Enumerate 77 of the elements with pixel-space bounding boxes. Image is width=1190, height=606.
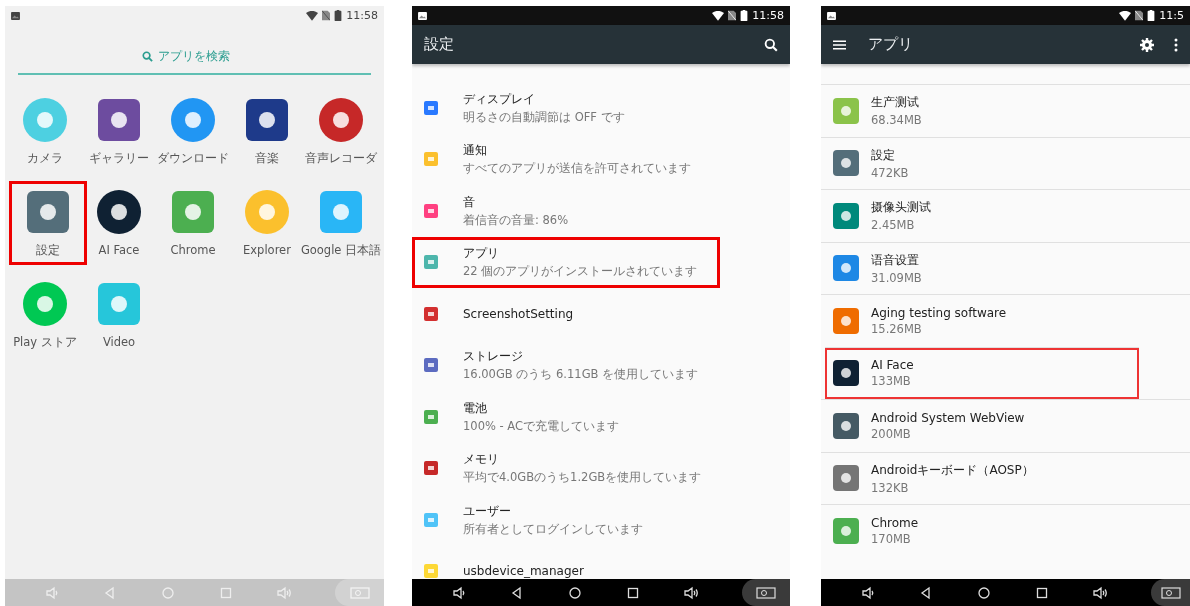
app-icon [96,189,142,235]
clock-time: 11:58 [752,9,784,22]
battery-icon [1147,10,1156,21]
camera-icon [756,586,776,599]
app-item[interactable]: 生产测试 68.34MB [821,84,1190,137]
app-shortcut[interactable]: Chrome [156,181,230,265]
recents-icon[interactable] [1035,585,1049,600]
no-sim-icon [1135,10,1144,21]
back-icon[interactable] [510,585,524,600]
app-icon [244,96,290,143]
app-icon [25,188,71,235]
back-icon[interactable] [919,585,933,600]
app-item[interactable]: 摄像头测试 2.45MB [821,189,1190,242]
camera-icon [349,586,370,599]
app-shortcut[interactable]: ダウンロード [156,89,230,173]
settings-item[interactable]: ストレージ 16.00GB のうち 6.11GB を使用しています [412,339,790,391]
app-icon [170,189,216,235]
image-icon [11,11,20,20]
app-shortcut[interactable]: 音声レコーダ [304,89,378,173]
app-item[interactable]: Android System WebView 200MB [821,399,1190,452]
app-shortcut[interactable]: Play ストア [8,273,82,357]
app-item[interactable]: Androidキーボード（AOSP） 132KB [821,451,1190,504]
wifi-icon [306,10,319,21]
settings-item[interactable]: ディスプレイ 明るさの自動調節は OFF です [412,82,790,134]
settings-item[interactable]: usbdevice_manager [412,545,790,579]
volume-up-icon[interactable] [684,585,698,600]
no-sim-icon [322,10,331,21]
image-icon [827,11,836,20]
app-icon [244,189,290,235]
settings-icon[interactable] [1140,37,1154,52]
app-icon [96,96,142,143]
app-icon [96,281,142,327]
settings-item[interactable]: 音 着信音の音量: 86% [412,185,790,237]
home-icon[interactable] [568,585,582,600]
volume-up-icon[interactable] [1093,585,1107,600]
toolbar-title: アプリ [868,35,913,54]
toolbar-title: 設定 [424,35,454,54]
wifi-icon [1119,10,1132,21]
app-shortcut[interactable]: 音楽 [230,89,304,173]
more-icon[interactable] [1174,37,1178,52]
menu-icon[interactable] [833,39,846,50]
battery-icon [740,10,749,21]
screenshot-button[interactable] [1151,579,1190,606]
app-item[interactable]: Aging testing software 15.26MB [821,294,1190,347]
volume-down-icon[interactable] [452,585,466,600]
no-sim-icon [728,10,737,21]
app-item[interactable]: 設定 472KB [821,136,1190,189]
recents-icon[interactable] [626,585,640,600]
settings-item[interactable]: ユーザー 所有者としてログインしています [412,494,790,546]
search-field[interactable]: アプリを検索 [157,49,248,63]
app-icon [170,96,216,143]
app-item[interactable]: 语音设置 31.09MB [821,241,1190,294]
settings-item[interactable]: メモリ 平均で4.0GBのうち1.2GBを使用しています [412,442,790,494]
app-icon [318,96,364,143]
camera-icon [1160,586,1181,599]
settings-item[interactable]: アプリ 22 個のアプリがインストールされています [412,236,720,288]
settings-item[interactable]: 電池 100% - ACで充電しています [412,391,790,443]
search-icon[interactable] [764,37,778,52]
app-shortcut[interactable]: Video [82,273,156,357]
home-icon[interactable] [977,585,991,600]
app-item[interactable]: Chrome 170MB [821,504,1190,557]
app-shortcut[interactable]: ギャラリー [82,89,156,173]
app-shortcut[interactable]: カメラ [8,89,82,173]
settings-item[interactable]: ScreenshotSetting [412,288,790,340]
battery-icon [334,10,343,21]
app-icon [22,280,68,327]
volume-down-icon[interactable] [861,585,875,600]
clock-time: 11:58 [346,9,378,22]
screenshot-button[interactable] [742,579,790,606]
app-item[interactable]: AI Face 133MB [825,346,1139,399]
image-icon [418,11,427,20]
clock-time: 11:5 [1159,9,1184,22]
settings-item[interactable]: 通知 すべてのアプリが送信を許可されています [412,133,790,185]
wifi-icon [712,10,725,21]
app-icon [318,188,364,235]
app-icon [22,96,68,143]
search-icon [141,50,153,62]
